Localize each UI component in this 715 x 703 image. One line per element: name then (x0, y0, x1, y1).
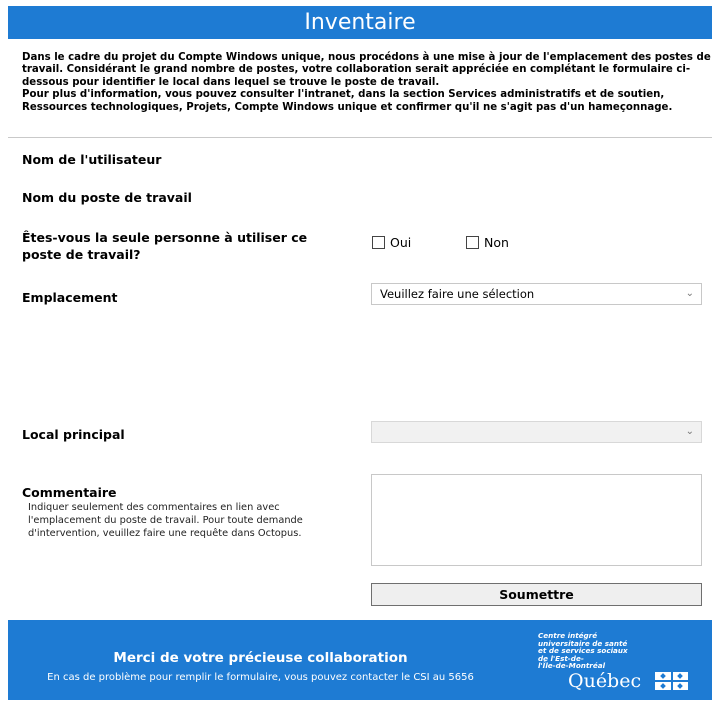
comment-textarea[interactable] (371, 474, 702, 566)
workstation-label: Nom du poste de travail (22, 190, 192, 205)
org-name: Centre intégré universitaire de santé et… (538, 632, 628, 670)
chevron-down-icon: ⌄ (685, 426, 694, 437)
chevron-down-icon: ⌄ (685, 288, 694, 299)
divider (8, 137, 712, 138)
footer-thanks: Merci de votre précieuse collaboration (113, 650, 408, 666)
no-label: Non (484, 235, 509, 250)
intro-paragraph-1: Dans le cadre du projet du Compte Window… (22, 52, 711, 88)
yes-checkbox-option[interactable]: Oui (372, 235, 411, 250)
location-select[interactable]: Veuillez faire une sélection ⌄ (371, 283, 702, 305)
main-room-label: Local principal (22, 427, 125, 442)
comment-help-text: Indiquer seulement des commentaires en l… (28, 502, 303, 539)
yes-label: Oui (390, 235, 412, 250)
org-line: l'Île-de-Montréal (538, 661, 606, 671)
no-checkbox[interactable] (466, 236, 479, 249)
main-room-select[interactable]: ⌄ (371, 421, 702, 443)
location-label: Emplacement (22, 290, 118, 305)
comment-label: Commentaire (22, 485, 117, 500)
no-checkbox-option[interactable]: Non (466, 235, 509, 250)
intro-text: Dans le cadre du projet du Compte Window… (22, 52, 712, 114)
quebec-logo-text: Québec (568, 670, 642, 692)
page-header: Inventaire (8, 6, 712, 39)
sole-user-label: Êtes-vous la seule personne à utiliser c… (22, 230, 308, 262)
page-title: Inventaire (304, 10, 416, 35)
footer: Merci de votre précieuse collaboration E… (8, 620, 712, 700)
yes-checkbox[interactable] (372, 236, 385, 249)
quebec-flag-icon (655, 672, 688, 690)
user-name-label: Nom de l'utilisateur (22, 152, 162, 167)
submit-button[interactable]: Soumettre (371, 583, 702, 606)
intro-paragraph-2: Pour plus d'information, vous pouvez con… (22, 89, 673, 113)
footer-help: En cas de problème pour remplir le formu… (47, 672, 474, 683)
location-selected-value: Veuillez faire une sélection (380, 287, 535, 301)
